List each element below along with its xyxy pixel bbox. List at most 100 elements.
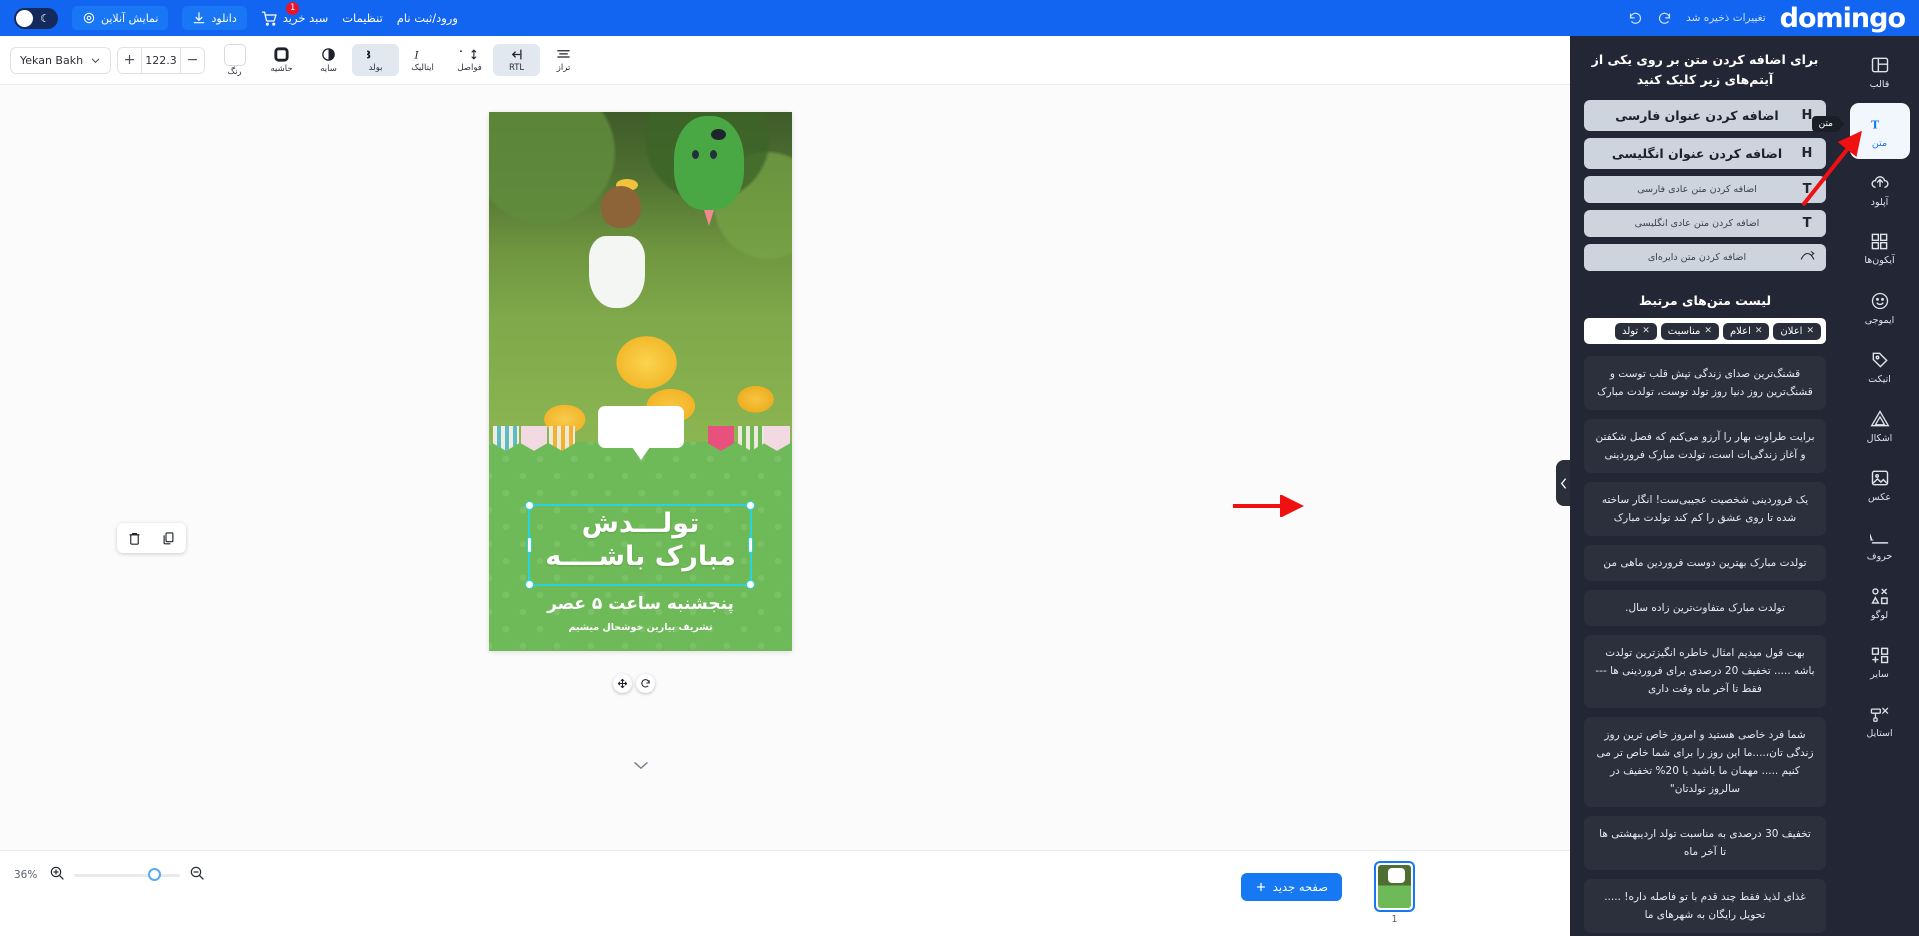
invitation-panel[interactable]: تولـــدش مبارک باشــــه پنجشنبه ساعت ۵ ع… bbox=[489, 405, 792, 651]
scroll-down-button[interactable] bbox=[629, 755, 653, 775]
sidebar-item-other[interactable]: سایر bbox=[1850, 634, 1910, 690]
canvas-title[interactable]: تولـــدش مبارک باشــــه bbox=[489, 508, 792, 574]
canvas-area[interactable]: تولـــدش مبارک باشــــه پنجشنبه ساعت ۵ ع… bbox=[0, 85, 1570, 850]
toolbar-italic[interactable]: I ایتالیک bbox=[399, 44, 446, 76]
toolbar-italic-label: ایتالیک bbox=[411, 63, 434, 73]
panel-collapse-handle[interactable] bbox=[1556, 460, 1570, 506]
list-item[interactable]: غذای لذیذ فقط چند قدم با تو فاصله داره! … bbox=[1584, 878, 1826, 933]
sidebar-item-logo[interactable]: لوگو bbox=[1850, 575, 1910, 631]
girl-hair bbox=[601, 185, 642, 228]
zoom-slider-knob[interactable] bbox=[148, 868, 161, 881]
letter-a-icon: A bbox=[1870, 528, 1888, 544]
clear-style-icon bbox=[1870, 707, 1889, 722]
list-item[interactable]: برایت طراوت بهار را آرزو می‌کنم که فصل ش… bbox=[1584, 419, 1826, 474]
dark-mode-toggle[interactable]: ☾ bbox=[14, 7, 58, 29]
font-family-select[interactable]: Yekan Bakh bbox=[10, 46, 112, 74]
sidebar-item-clear-style[interactable]: استایل bbox=[1850, 693, 1910, 749]
toolbar-shadow[interactable]: سایه bbox=[305, 43, 352, 77]
redo-icon[interactable] bbox=[1657, 11, 1672, 26]
tags-input[interactable]: ✕ اعلان ✕ اعلام ✕ مناسبت ✕ تولد bbox=[1584, 318, 1826, 344]
list-item[interactable]: یک فروردینی شخصیت عجیبی‌ست! انگار ساخته … bbox=[1584, 482, 1826, 537]
chevron-down-icon bbox=[91, 58, 100, 63]
tag-remove-icon[interactable]: ✕ bbox=[1806, 326, 1814, 336]
toolbar-shadow-label: سایه bbox=[320, 64, 337, 74]
move-handle-icon[interactable] bbox=[613, 674, 632, 693]
brand-zone: domingo تغییرات ذخیره شد bbox=[1628, 5, 1906, 32]
toolbar-align[interactable]: تراز bbox=[540, 44, 587, 76]
list-item[interactable]: تولدت مبارک متفاوت‌ترین زاده سال. bbox=[1584, 590, 1826, 627]
sidebar-item-icons[interactable]: آیکون‌ها bbox=[1850, 221, 1910, 277]
list-item[interactable]: قشنگ‌ترین صدای زندگی تپش قلب توست و قشنگ… bbox=[1584, 356, 1826, 411]
tag-chip[interactable]: ✕ اعلان bbox=[1773, 322, 1821, 340]
tag-chip[interactable]: ✕ مناسبت bbox=[1660, 322, 1719, 340]
settings-link[interactable]: تنظیمات bbox=[342, 11, 383, 25]
toolbar-line-spacing[interactable]: T فواصل bbox=[446, 44, 493, 76]
zoom-control[interactable]: 36% bbox=[14, 865, 205, 885]
online-preview-button[interactable]: نمایش آنلاین bbox=[72, 6, 169, 30]
cart-badge: 1 bbox=[285, 0, 301, 16]
sidebar-item-letters[interactable]: A حروف bbox=[1850, 516, 1910, 572]
toolbar-rtl[interactable]: RTL bbox=[493, 44, 541, 76]
tag-chip[interactable]: ✕ اعلام bbox=[1722, 322, 1770, 340]
list-item[interactable]: تخفیف 30 درصدی به مناسبت تولد اردیبهشتی … bbox=[1584, 815, 1826, 870]
canvas-subtitle[interactable]: پنجشنبه ساعت ۵ عصر bbox=[489, 594, 792, 614]
tree-balloon-graphic bbox=[673, 116, 744, 210]
undo-icon[interactable] bbox=[1628, 11, 1643, 26]
sidebar-item-text[interactable]: TT متن bbox=[1849, 103, 1910, 159]
list-item[interactable]: بهت قول میدیم امثال خاطره انگیزترین تولد… bbox=[1584, 635, 1826, 708]
sidebar-item-template[interactable]: قالب bbox=[1850, 44, 1910, 100]
add-english-text-button[interactable]: T اضافه کردن متن عادی انگلیسی bbox=[1584, 210, 1826, 237]
font-size-value[interactable]: 122.3 bbox=[141, 47, 182, 73]
zoom-out-icon[interactable] bbox=[189, 865, 205, 885]
object-transform-cluster[interactable] bbox=[613, 674, 655, 693]
sidebar-label: اتیکت bbox=[1868, 373, 1891, 385]
related-texts-list: قشنگ‌ترین صدای زندگی تپش قلب توست و قشنگ… bbox=[1570, 356, 1840, 933]
sidebar-item-image[interactable]: عکس bbox=[1850, 457, 1910, 513]
svg-text:A: A bbox=[1870, 528, 1874, 544]
resize-handle-bottom-left[interactable] bbox=[525, 579, 534, 589]
login-link[interactable]: ورود/ثبت نام bbox=[397, 11, 458, 25]
rotate-handle-icon[interactable] bbox=[636, 674, 655, 693]
text-t-icon: T bbox=[1802, 182, 1812, 197]
tag-label: اعلان bbox=[1780, 325, 1803, 337]
add-curved-text-button[interactable]: اضافه کردن متن دایره‌ای bbox=[1584, 244, 1826, 271]
sidebar-item-shapes[interactable]: اشکال bbox=[1850, 398, 1910, 454]
toolbar-outline[interactable]: حاشیه bbox=[258, 43, 305, 77]
font-size-decrease[interactable]: − bbox=[181, 47, 205, 73]
sidebar-label: آپلود bbox=[1870, 196, 1889, 208]
zoom-slider[interactable] bbox=[74, 868, 180, 881]
tag-chip[interactable]: ✕ تولد bbox=[1614, 322, 1657, 340]
tag-remove-icon[interactable]: ✕ bbox=[1642, 326, 1650, 336]
add-english-heading-button[interactable]: H اضافه کردن عنوان انگلیسی bbox=[1584, 138, 1826, 169]
bunting-flag bbox=[549, 425, 575, 451]
font-size-increase[interactable]: + bbox=[118, 47, 142, 73]
app-logo[interactable]: domingo bbox=[1780, 5, 1906, 32]
add-persian-text-label: اضافه کردن متن عادی فارسی bbox=[1637, 184, 1757, 195]
sidebar-item-emoji[interactable]: ایموجی bbox=[1850, 280, 1910, 336]
resize-handle-bottom-right[interactable] bbox=[746, 579, 755, 589]
sidebar-item-upload[interactable]: آپلود bbox=[1850, 162, 1910, 218]
photo-background[interactable] bbox=[489, 112, 792, 447]
toolbar-bold[interactable]: B بولد bbox=[352, 44, 400, 76]
speech-bubble bbox=[597, 405, 684, 448]
floating-object-toolbar[interactable] bbox=[117, 523, 186, 553]
zoom-in-icon[interactable] bbox=[49, 865, 65, 885]
tag-remove-icon[interactable]: ✕ bbox=[1755, 326, 1763, 336]
new-page-button[interactable]: صفحه جدید bbox=[1240, 873, 1342, 901]
toolbar-color[interactable]: رنگ bbox=[211, 41, 258, 80]
tag-remove-icon[interactable]: ✕ bbox=[1704, 326, 1712, 336]
canvas-note[interactable]: تشریف بیارین خوشحال میشیم bbox=[489, 622, 792, 633]
page-thumbnail[interactable] bbox=[1374, 861, 1415, 912]
add-persian-text-button[interactable]: T اضافه کردن متن عادی فارسی bbox=[1584, 176, 1826, 203]
cart-button[interactable]: 1 سبد خرید bbox=[261, 0, 328, 27]
add-persian-heading-button[interactable]: H اضافه کردن عنوان فارسی bbox=[1584, 100, 1826, 131]
sidebar-item-sticker[interactable]: اتیکت bbox=[1850, 339, 1910, 395]
design-page[interactable]: تولـــدش مبارک باشــــه پنجشنبه ساعت ۵ ع… bbox=[489, 112, 792, 651]
color-swatch-icon[interactable] bbox=[223, 43, 246, 66]
balloon-eye-left bbox=[691, 149, 699, 159]
download-button[interactable]: دانلود bbox=[182, 6, 247, 30]
text-panel-heading: برای اضافه کردن متن بر روی یکی از آیتم‌ه… bbox=[1591, 52, 1819, 87]
font-size-stepper[interactable]: − 122.3 + bbox=[117, 46, 206, 74]
list-item[interactable]: شما فرد خاصی هستید و امروز خاص ترین روز … bbox=[1584, 716, 1826, 807]
list-item[interactable]: تولدت مبارک بهترین دوست فروردین ماهی من bbox=[1584, 545, 1826, 582]
